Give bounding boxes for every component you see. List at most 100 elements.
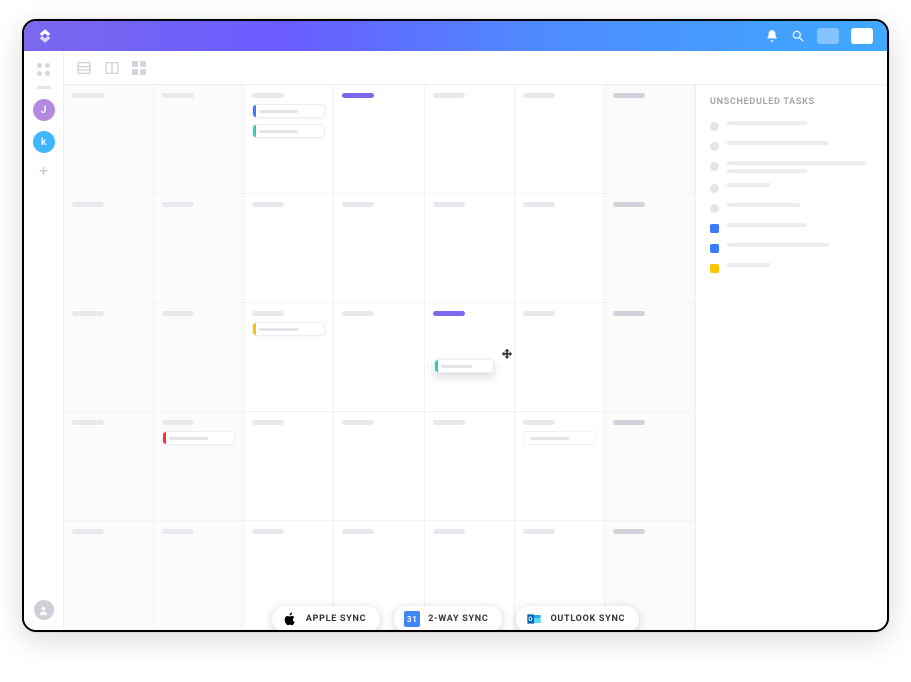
date-placeholder — [252, 420, 284, 425]
topbar-chip-1[interactable] — [817, 28, 839, 44]
calendar-event[interactable] — [252, 104, 325, 118]
date-placeholder — [613, 93, 645, 98]
svg-text:O: O — [529, 616, 534, 623]
search-icon[interactable] — [791, 29, 805, 43]
calendar-cell[interactable] — [244, 194, 334, 303]
calendar-event[interactable] — [523, 431, 596, 445]
date-placeholder — [252, 93, 284, 98]
calendar-cell[interactable] — [64, 412, 154, 521]
avatar-k[interactable]: k — [33, 131, 55, 153]
sidebar-divider — [37, 86, 51, 89]
date-placeholder — [342, 420, 374, 425]
date-placeholder — [523, 311, 555, 316]
unscheduled-task[interactable] — [710, 203, 873, 213]
calendar-cell[interactable] — [64, 85, 154, 194]
calendar-cell[interactable] — [605, 303, 695, 412]
unscheduled-task[interactable] — [710, 263, 873, 273]
calendar-cell[interactable] — [605, 194, 695, 303]
calendar-cell[interactable] — [154, 194, 244, 303]
date-placeholder — [433, 202, 465, 207]
calendar-cell[interactable] — [605, 412, 695, 521]
calendar-cell[interactable] — [515, 194, 605, 303]
date-placeholder — [252, 202, 284, 207]
two-way-sync-pill[interactable]: 31 2-WAY SYNC — [394, 606, 502, 632]
sync-pills: APPLE SYNC 31 2-WAY SYNC O OUTLOOK SYNC — [24, 606, 887, 632]
calendar-cell[interactable] — [154, 303, 244, 412]
board-view-icon[interactable] — [104, 60, 120, 76]
date-placeholder — [342, 93, 374, 98]
date-placeholder — [523, 420, 555, 425]
calendar-cell[interactable] — [244, 85, 334, 194]
date-placeholder — [342, 202, 374, 207]
date-placeholder — [72, 93, 104, 98]
task-status-dot — [710, 122, 719, 131]
calendar-cell[interactable] — [605, 85, 695, 194]
calendar-cell[interactable] — [334, 303, 424, 412]
calendar-cell[interactable] — [154, 85, 244, 194]
apps-grip-icon[interactable] — [36, 63, 52, 76]
unscheduled-task[interactable] — [710, 121, 873, 131]
date-placeholder — [162, 93, 194, 98]
unscheduled-title: UNSCHEDULED TASKS — [710, 97, 873, 107]
calendar-cell[interactable] — [64, 194, 154, 303]
topbar-chip-2[interactable] — [851, 28, 873, 44]
task-color-square — [710, 264, 719, 273]
notifications-bell-icon[interactable] — [765, 29, 779, 43]
calendar-event[interactable] — [162, 431, 235, 445]
calendar-cell[interactable] — [334, 412, 424, 521]
task-title-placeholder — [727, 263, 771, 267]
unscheduled-task[interactable] — [710, 243, 873, 253]
outlook-sync-pill[interactable]: O OUTLOOK SYNC — [516, 606, 639, 632]
date-placeholder — [523, 93, 555, 98]
unscheduled-task[interactable] — [710, 161, 873, 173]
unscheduled-panel: UNSCHEDULED TASKS — [695, 85, 887, 630]
calendar-grid[interactable] — [64, 85, 695, 630]
calendar-cell[interactable] — [515, 85, 605, 194]
avatar-k-label: k — [41, 137, 46, 148]
date-placeholder — [342, 311, 374, 316]
move-cursor-icon — [500, 347, 514, 361]
calendar-cell[interactable] — [244, 412, 334, 521]
topbar-actions — [765, 28, 873, 44]
task-title-placeholder — [727, 169, 807, 173]
task-status-dot — [710, 142, 719, 151]
grid-view-icon[interactable] — [132, 61, 148, 75]
task-color-square — [710, 244, 719, 253]
calendar-cell[interactable] — [515, 303, 605, 412]
add-space-plus-icon[interactable]: + — [39, 163, 48, 179]
task-status-dot — [710, 204, 719, 213]
calendar-cell[interactable] — [425, 412, 515, 521]
calendar-event[interactable] — [252, 322, 325, 336]
outlook-sync-label: OUTLOOK SYNC — [550, 614, 625, 624]
task-status-dot — [710, 184, 719, 193]
calendar-cell[interactable] — [425, 194, 515, 303]
top-bar — [24, 21, 887, 51]
apple-sync-pill[interactable]: APPLE SYNC — [272, 606, 380, 632]
calendar-cell[interactable] — [515, 412, 605, 521]
app-body: J k + — [24, 51, 887, 630]
content-row: UNSCHEDULED TASKS — [64, 85, 887, 630]
calendar-cell[interactable] — [425, 85, 515, 194]
date-placeholder — [613, 202, 645, 207]
calendar-cell[interactable] — [334, 194, 424, 303]
calendar-cell[interactable] — [154, 412, 244, 521]
calendar-event[interactable] — [252, 124, 325, 138]
app-window: J k + — [22, 19, 889, 632]
date-placeholder — [72, 311, 104, 316]
calendar-cell[interactable] — [244, 303, 334, 412]
date-placeholder — [433, 420, 465, 425]
calendar-cell[interactable] — [64, 303, 154, 412]
apple-sync-label: APPLE SYNC — [306, 614, 366, 624]
unscheduled-task[interactable] — [710, 141, 873, 151]
list-view-icon[interactable] — [76, 60, 92, 76]
unscheduled-task[interactable] — [710, 223, 873, 233]
task-title-placeholder — [727, 161, 866, 165]
date-placeholder — [162, 202, 194, 207]
date-placeholder — [613, 529, 645, 534]
unscheduled-task[interactable] — [710, 183, 873, 193]
calendar-cell[interactable] — [334, 85, 424, 194]
dragging-event[interactable] — [434, 359, 494, 373]
date-placeholder — [433, 311, 465, 316]
avatar-j[interactable]: J — [33, 99, 55, 121]
date-placeholder — [252, 311, 284, 316]
